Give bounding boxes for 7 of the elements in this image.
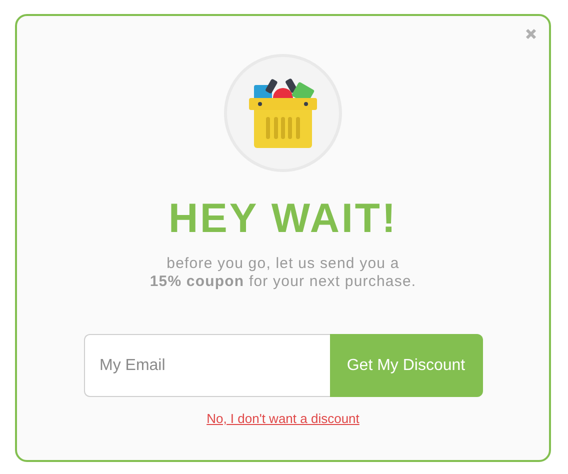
basket-icon xyxy=(248,77,318,149)
get-discount-button[interactable]: Get My Discount xyxy=(330,334,482,398)
offer-message: before you go, let us send you a 15% coupon for your next purchase. xyxy=(150,255,416,292)
popup-title: HEY WAIT! xyxy=(168,196,398,242)
decline-link[interactable]: No, I don't want a discount xyxy=(206,411,360,426)
close-icon[interactable] xyxy=(525,28,537,40)
email-field[interactable]: My Email xyxy=(84,334,330,398)
